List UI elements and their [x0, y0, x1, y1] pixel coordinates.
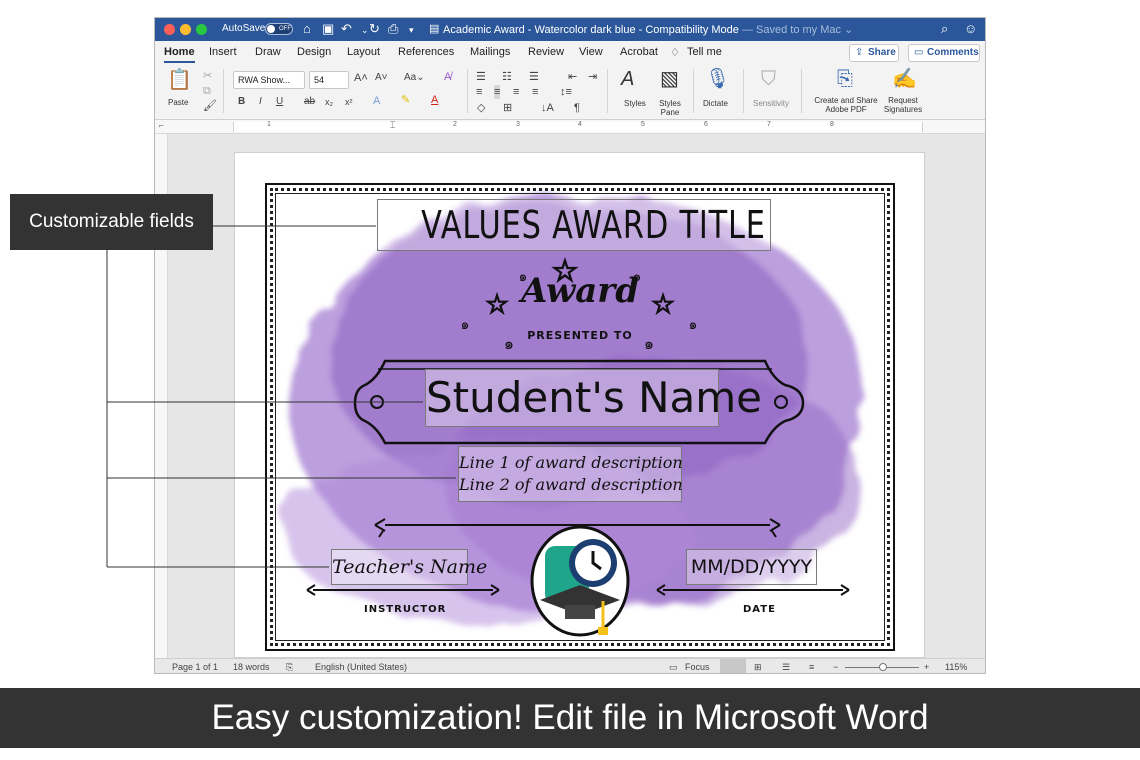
callout-connectors [106, 225, 456, 568]
promo-banner: Easy customization! Edit file in Microso… [0, 688, 1140, 748]
screenshot-stage: AutoSave OFF ⌂ ▣ ↶ ⌄ ↻ ⎙ ▾ ▤ Academic Aw… [0, 0, 1140, 760]
customizable-fields-callout: Customizable fields [10, 194, 213, 250]
